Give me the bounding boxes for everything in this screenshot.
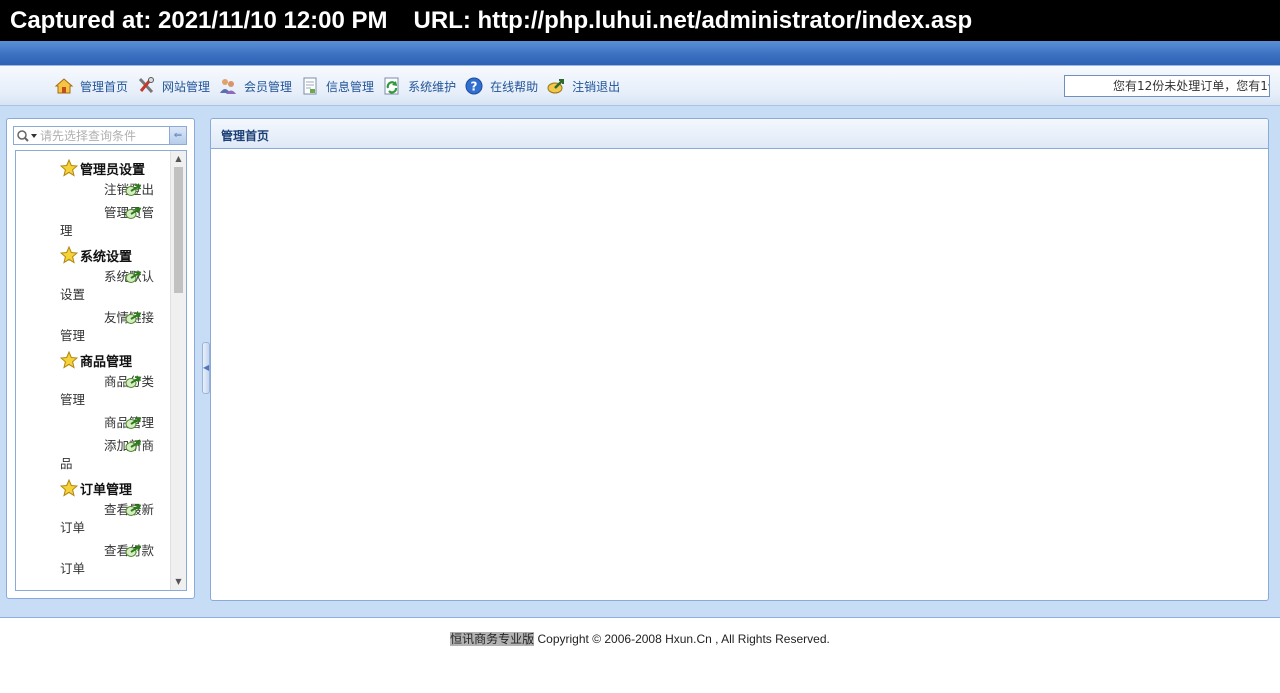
sidebar-panel: ⇐ 管理员设置 注销登出 管理员管理 系统设置 系统默认设置 友情链接管理 商: [6, 118, 195, 599]
tree-item-add-product[interactable]: 添加新商品: [16, 437, 171, 473]
navigation-tree: 管理员设置 注销登出 管理员管理 系统设置 系统默认设置 友情链接管理 商品管理…: [15, 150, 187, 591]
capture-timestamp: Captured at: 2021/11/10 12:00 PM: [10, 7, 388, 34]
order-notice-marquee[interactable]: 您有12份未处理订单，您有1份: [1064, 75, 1270, 97]
scrollbar-thumb[interactable]: [174, 167, 183, 293]
sidebar-search: ⇐: [13, 126, 187, 145]
arrow-link-icon: [80, 416, 142, 430]
capture-info-bar: Captured at: 2021/11/10 12:00 PM URL: htt…: [0, 0, 1280, 41]
arrow-link-icon: [80, 503, 142, 517]
search-input[interactable]: [40, 128, 168, 143]
arrow-link-icon: [80, 375, 142, 389]
home-icon: [54, 76, 74, 96]
tools-icon: [136, 76, 156, 96]
main-panel-title: 管理首页: [211, 119, 1268, 149]
workarea: ⇐ 管理员设置 注销登出 管理员管理 系统设置 系统默认设置 友情链接管理 商: [0, 106, 1280, 618]
menu-item-label: 会员管理: [244, 79, 293, 94]
refresh-icon: [382, 76, 402, 96]
svg-text:?: ?: [471, 80, 478, 94]
tree-item-system-default-settings[interactable]: 系统默认设置: [16, 268, 171, 304]
footer: 恒讯商务专业版 Copyright © 2006-2008 Hxun.Cn , …: [0, 630, 1280, 647]
tree-scrollbar[interactable]: ▲ ▼: [170, 151, 186, 590]
menu-item-site-management[interactable]: 网站管理: [136, 75, 210, 97]
tree-item-product-management[interactable]: 商品管理: [16, 414, 171, 432]
arrow-link-icon: [80, 183, 142, 197]
menu-item-home[interactable]: 管理首页: [54, 75, 128, 97]
menu-item-info-management[interactable]: 信息管理: [300, 75, 374, 97]
collapse-arrow-icon[interactable]: ⇐: [169, 127, 186, 144]
menu-item-label: 注销退出: [572, 79, 621, 94]
menu-item-system-maintenance[interactable]: 系统维护: [382, 75, 456, 97]
navigation-tree-content: 管理员设置 注销登出 管理员管理 系统设置 系统默认设置 友情链接管理 商品管理…: [16, 151, 171, 583]
star-icon: [59, 158, 79, 177]
tree-group-label: 系统设置: [80, 249, 133, 265]
menu-item-label: 信息管理: [326, 79, 375, 94]
help-icon: ?: [464, 76, 484, 96]
footer-copyright: Copyright © 2006-2008 Hxun.Cn , All Righ…: [534, 632, 830, 646]
logout-icon: [546, 76, 566, 96]
arrow-link-icon: [80, 311, 142, 325]
footer-brand: 恒讯商务专业版: [450, 632, 535, 646]
menu-item-online-help[interactable]: ? 在线帮助: [464, 75, 538, 97]
tree-item-product-categories[interactable]: 商品分类管理: [16, 373, 171, 409]
tree-group-order-management[interactable]: 订单管理: [16, 478, 171, 498]
menu-item-label: 网站管理: [162, 79, 211, 94]
tree-group-admin-settings[interactable]: 管理员设置: [16, 158, 171, 178]
tree-item-logout[interactable]: 注销登出: [16, 181, 171, 199]
tree-group-label: 管理员设置: [80, 162, 146, 178]
top-menu-bar: 管理首页 网站管理 会员管理 信息管理 系统维护 ? 在线帮助 注销退出 您有1…: [0, 66, 1280, 106]
star-icon: [59, 245, 79, 264]
users-icon: [218, 76, 238, 96]
scroll-down-arrow-icon[interactable]: ▼: [171, 575, 186, 589]
arrow-link-icon: [80, 270, 142, 284]
menu-item-label: 系统维护: [408, 79, 457, 94]
tree-group-product-management[interactable]: 商品管理: [16, 350, 171, 370]
scroll-up-arrow-icon[interactable]: ▲: [171, 152, 186, 166]
menu-item-member-management[interactable]: 会员管理: [218, 75, 292, 97]
tree-item-admin-management[interactable]: 管理员管理: [16, 204, 171, 240]
header-banner: [0, 41, 1280, 66]
search-icon[interactable]: [14, 127, 40, 144]
tree-item-latest-orders[interactable]: 查看最新订单: [16, 501, 171, 537]
document-icon: [300, 76, 320, 96]
capture-url: URL: http://php.luhui.net/administrator/…: [413, 7, 973, 34]
menu-item-logout[interactable]: 注销退出: [546, 75, 620, 97]
menu-item-label: 管理首页: [80, 79, 129, 94]
sidebar-toggle-splitter[interactable]: ◀: [202, 342, 210, 394]
main-menu: 管理首页 网站管理 会员管理 信息管理 系统维护 ? 在线帮助 注销退出: [54, 75, 628, 97]
menu-item-label: 在线帮助: [490, 79, 539, 94]
star-icon: [59, 350, 79, 369]
main-content-panel: 管理首页: [210, 118, 1269, 601]
arrow-link-icon: [80, 206, 142, 220]
tree-item-friend-links[interactable]: 友情链接管理: [16, 309, 171, 345]
arrow-link-icon: [80, 544, 142, 558]
arrow-link-icon: [80, 439, 142, 453]
tree-group-label: 订单管理: [80, 482, 133, 498]
tree-group-label: 商品管理: [80, 354, 133, 370]
tree-group-system-settings[interactable]: 系统设置: [16, 245, 171, 265]
star-icon: [59, 478, 79, 497]
tree-item-paid-orders[interactable]: 查看付款订单: [16, 542, 171, 578]
